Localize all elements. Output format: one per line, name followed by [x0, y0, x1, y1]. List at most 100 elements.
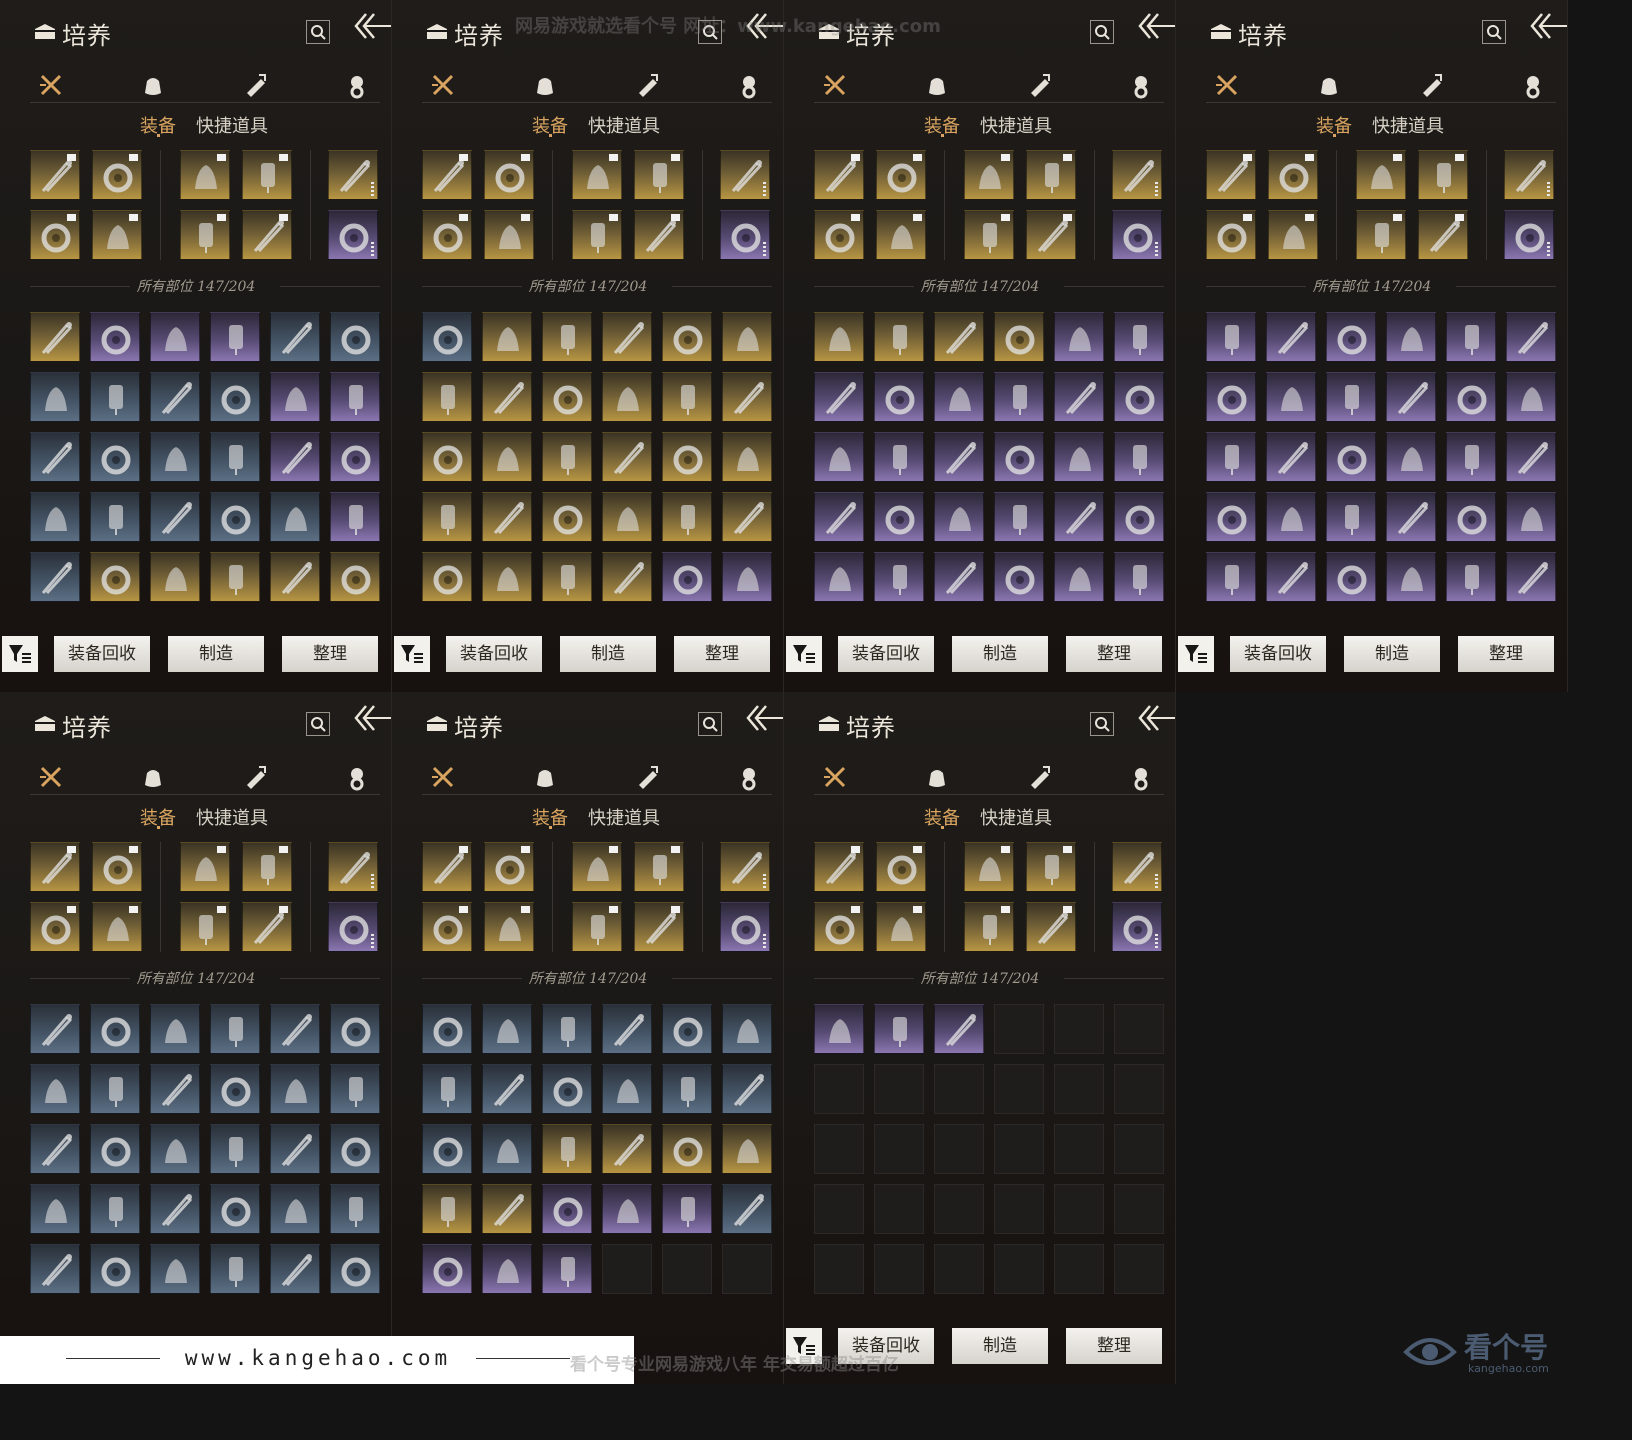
tab-pouch-icon[interactable]: [920, 760, 954, 794]
inventory-item[interactable]: [1506, 312, 1556, 362]
inventory-item[interactable]: [150, 372, 200, 422]
inventory-item[interactable]: [1054, 552, 1104, 602]
inventory-item[interactable]: [482, 1184, 532, 1234]
equipped-slot[interactable]: [814, 210, 864, 260]
inventory-item[interactable]: [602, 1184, 652, 1234]
inventory-item[interactable]: [422, 552, 472, 602]
inventory-item[interactable]: [90, 492, 140, 542]
inventory-item[interactable]: [422, 1184, 472, 1234]
filter-button[interactable]: [786, 636, 822, 672]
inventory-item[interactable]: [722, 1124, 772, 1174]
tab-weapon-icon[interactable]: [426, 760, 460, 794]
inventory-item[interactable]: [270, 492, 320, 542]
equipped-slot[interactable]: [876, 842, 926, 892]
inventory-item[interactable]: [934, 492, 984, 542]
inventory-item[interactable]: [482, 1064, 532, 1114]
inventory-item[interactable]: [994, 312, 1044, 362]
equipped-slot[interactable]: [484, 150, 534, 200]
equipped-slot[interactable]: [964, 902, 1014, 952]
inventory-item[interactable]: [330, 372, 380, 422]
tab-pouch-icon[interactable]: [136, 760, 170, 794]
inventory-item[interactable]: [814, 372, 864, 422]
inventory-item[interactable]: [1266, 552, 1316, 602]
tab-pouch-icon[interactable]: [1312, 68, 1346, 102]
equipped-slot[interactable]: [328, 902, 378, 952]
inventory-item[interactable]: [602, 432, 652, 482]
equipped-slot[interactable]: [328, 842, 378, 892]
tab-quick-items[interactable]: 快捷道具: [196, 112, 268, 138]
equipped-slot[interactable]: [180, 902, 230, 952]
equipped-slot[interactable]: [242, 842, 292, 892]
craft-button[interactable]: 制造: [952, 636, 1048, 672]
inventory-item[interactable]: [1266, 312, 1316, 362]
inventory-item[interactable]: [90, 1064, 140, 1114]
equipped-slot[interactable]: [814, 842, 864, 892]
inventory-item[interactable]: [602, 1124, 652, 1174]
inventory-item[interactable]: [1054, 372, 1104, 422]
equipped-slot[interactable]: [242, 150, 292, 200]
inventory-item[interactable]: [662, 1184, 712, 1234]
inventory-item[interactable]: [542, 552, 592, 602]
inventory-item[interactable]: [422, 492, 472, 542]
tab-scroll-icon[interactable]: [1022, 68, 1056, 102]
inventory-item[interactable]: [934, 432, 984, 482]
inventory-item[interactable]: [150, 492, 200, 542]
inventory-item[interactable]: [1206, 552, 1256, 602]
inventory-item[interactable]: [210, 492, 260, 542]
inventory-item[interactable]: [722, 1184, 772, 1234]
search-button[interactable]: [306, 712, 330, 736]
equipped-slot[interactable]: [1356, 150, 1406, 200]
inventory-item[interactable]: [662, 492, 712, 542]
inventory-item[interactable]: [1326, 492, 1376, 542]
inventory-item[interactable]: [934, 372, 984, 422]
inventory-item[interactable]: [150, 1124, 200, 1174]
filter-button[interactable]: [1178, 636, 1214, 672]
inventory-item[interactable]: [270, 1124, 320, 1174]
inventory-item[interactable]: [482, 312, 532, 362]
inventory-item[interactable]: [602, 372, 652, 422]
search-button[interactable]: [698, 712, 722, 736]
inventory-item[interactable]: [1326, 372, 1376, 422]
inventory-item[interactable]: [722, 312, 772, 362]
inventory-item[interactable]: [330, 1244, 380, 1294]
inventory-item[interactable]: [1446, 432, 1496, 482]
inventory-item[interactable]: [874, 552, 924, 602]
sort-button[interactable]: 整理: [1066, 636, 1162, 672]
recycle-button[interactable]: 装备回收: [1230, 636, 1326, 672]
inventory-item[interactable]: [482, 1124, 532, 1174]
equipped-slot[interactable]: [1504, 210, 1554, 260]
inventory-item[interactable]: [1266, 372, 1316, 422]
equipped-slot[interactable]: [92, 842, 142, 892]
equipped-slot[interactable]: [242, 902, 292, 952]
inventory-item[interactable]: [542, 312, 592, 362]
inventory-item[interactable]: [30, 1064, 80, 1114]
equipped-slot[interactable]: [1026, 150, 1076, 200]
inventory-item[interactable]: [210, 372, 260, 422]
equipped-slot[interactable]: [634, 902, 684, 952]
inventory-item[interactable]: [814, 552, 864, 602]
inventory-item[interactable]: [330, 552, 380, 602]
tab-scroll-icon[interactable]: [1414, 68, 1448, 102]
tab-token-icon[interactable]: [732, 760, 766, 794]
inventory-item[interactable]: [150, 1244, 200, 1294]
inventory-item[interactable]: [330, 1124, 380, 1174]
tab-pouch-icon[interactable]: [528, 760, 562, 794]
inventory-item[interactable]: [1506, 432, 1556, 482]
inventory-item[interactable]: [482, 492, 532, 542]
equipped-slot[interactable]: [572, 902, 622, 952]
search-button[interactable]: [1090, 20, 1114, 44]
inventory-item[interactable]: [482, 432, 532, 482]
inventory-item[interactable]: [542, 492, 592, 542]
craft-button[interactable]: 制造: [1344, 636, 1440, 672]
inventory-item[interactable]: [1506, 372, 1556, 422]
inventory-item[interactable]: [542, 432, 592, 482]
inventory-item[interactable]: [722, 432, 772, 482]
inventory-item[interactable]: [1386, 432, 1436, 482]
inventory-item[interactable]: [542, 1064, 592, 1114]
inventory-item[interactable]: [30, 432, 80, 482]
inventory-item[interactable]: [542, 372, 592, 422]
equipped-slot[interactable]: [720, 842, 770, 892]
inventory-item[interactable]: [934, 1004, 984, 1054]
inventory-item[interactable]: [30, 492, 80, 542]
tab-token-icon[interactable]: [1516, 68, 1550, 102]
